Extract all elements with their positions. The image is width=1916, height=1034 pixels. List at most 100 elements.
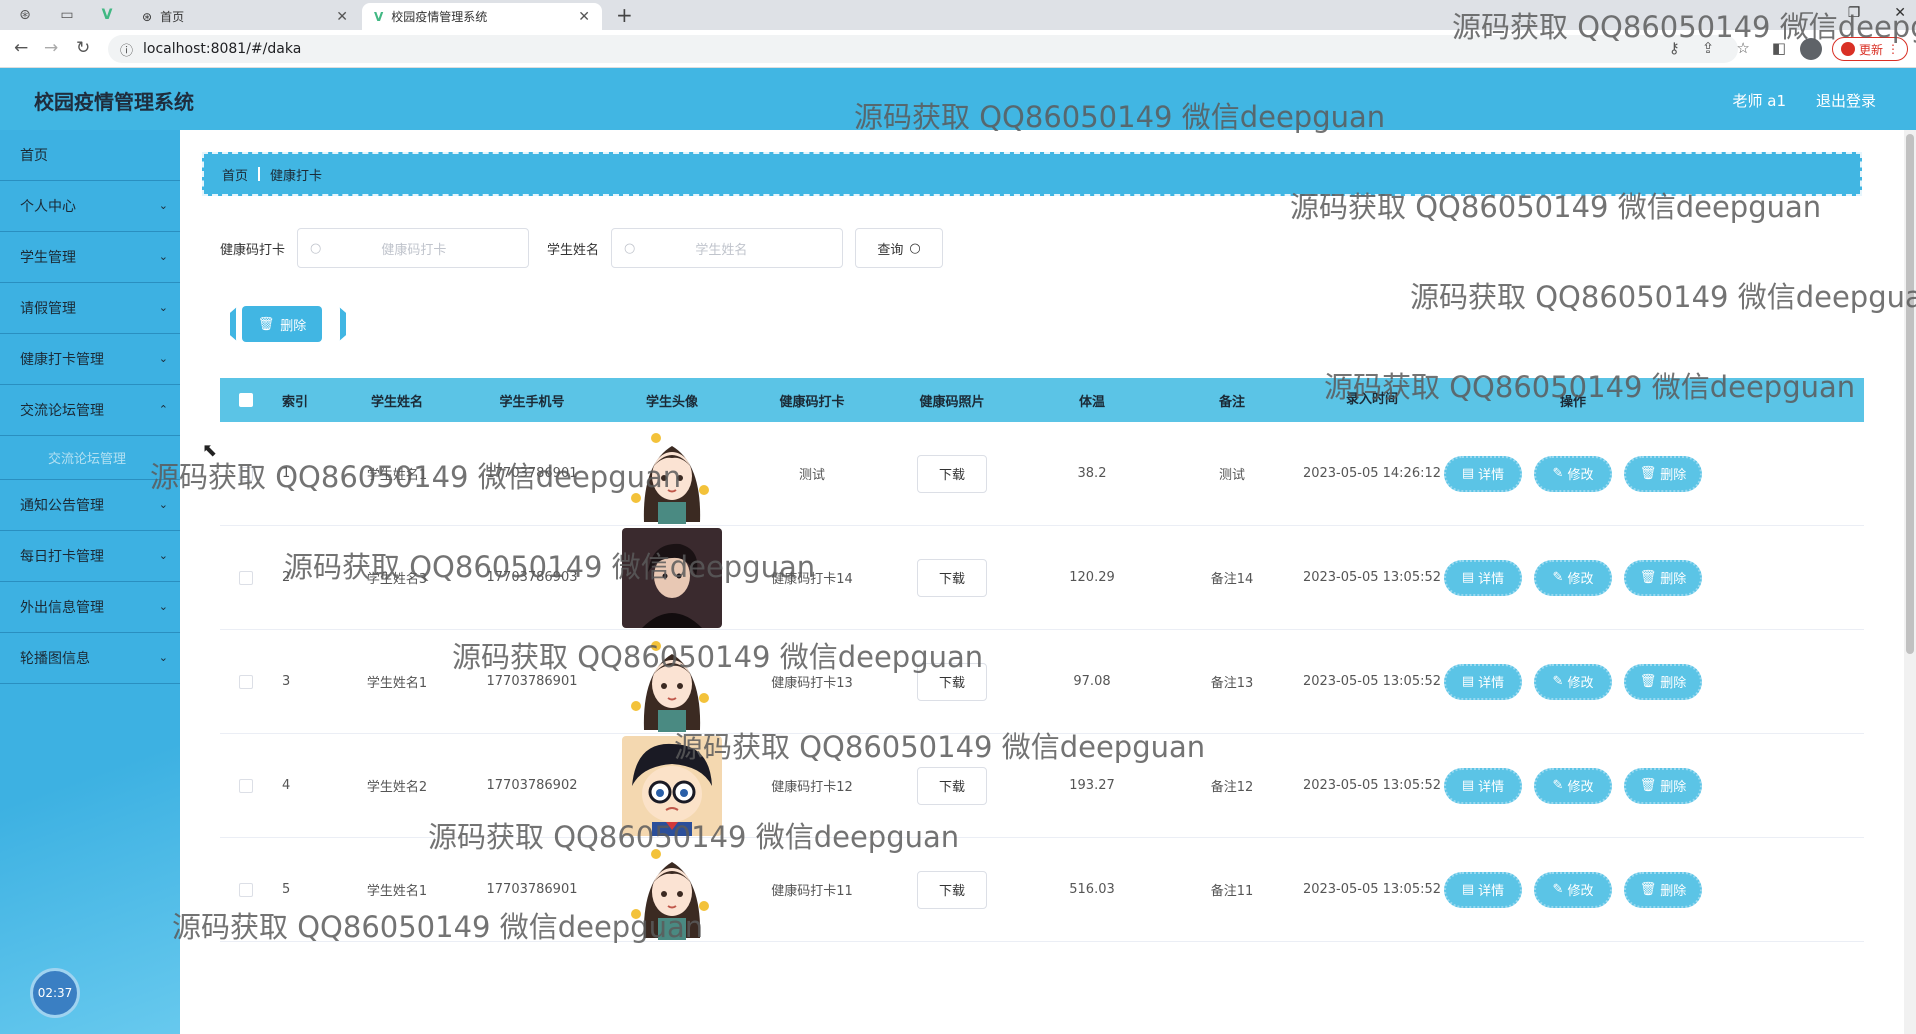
vue-tab-icon[interactable]: V [96,4,118,26]
edit-button[interactable]: ✎ 修改 [1534,663,1612,700]
minimize-icon[interactable]: — [1800,5,1814,21]
cell-index: 2 [282,570,291,585]
sidebar-item-home[interactable]: 首页 [0,130,180,181]
sidebar-item-outing[interactable]: 外出信息管理 ⌄ [0,582,180,633]
sidebar-item-forum[interactable]: 交流论坛管理 ⌃ [0,385,180,436]
delete-button[interactable]: 🗑 删除 [1624,871,1702,908]
detail-label: 详情 [1478,572,1505,587]
sidebar-item-leave[interactable]: 请假管理 ⌄ [0,283,180,334]
sidebar-item-carousel[interactable]: 轮播图信息 ⌄ [0,633,180,684]
sidepanel-icon[interactable]: ◧ [1772,39,1786,57]
cell-actions: ▤ 详情 ✎ 修改 🗑 删除 [1442,871,1704,908]
download-button[interactable]: 下载 [917,766,987,805]
delete-button[interactable]: 🗑 删除 [1624,767,1702,804]
breadcrumb-home[interactable]: 首页 [222,165,248,184]
row-checkbox[interactable] [239,778,253,793]
update-button[interactable]: 更新 ⋮ [1832,37,1908,61]
browser-tab-bar: ⊛ ▭ V ⊛ 首页 ✕ V 校园疫情管理系统 ✕ + — ❐ ✕ [0,0,1916,30]
query-label: 查询 [877,242,904,258]
sidebar-subitem-forum[interactable]: 交流论坛管理 [0,436,180,480]
cell-temperature: 97.08 [1073,674,1111,689]
forward-icon[interactable]: → [44,38,58,58]
column-header: 健康码打卡 [779,394,845,410]
edit-button[interactable]: ✎ 修改 [1534,559,1612,596]
cell-phone: 17703786901 [486,674,578,689]
current-user: 老师 a1 [1732,92,1786,110]
close-tab-icon[interactable]: ✕ [336,9,348,25]
detail-button[interactable]: ▤ 详情 [1444,455,1522,492]
chevron-down-icon: ⌄ [158,549,168,562]
close-tab-icon[interactable]: ✕ [578,9,590,25]
pinned-tab-icon[interactable]: ⊛ [14,4,36,26]
row-checkbox[interactable] [239,882,253,897]
row-checkbox[interactable] [239,466,253,481]
new-tab-button[interactable]: + [616,3,633,27]
trash-icon: 🗑 [1639,882,1657,897]
detail-button[interactable]: ▤ 详情 [1444,663,1522,700]
star-icon[interactable]: ☆ [1736,39,1749,57]
edit-button[interactable]: ✎ 修改 [1534,455,1612,492]
download-button[interactable]: 下载 [917,662,987,701]
scrollbar-thumb[interactable] [1906,134,1914,654]
cell-note: 备注14 [1210,572,1254,587]
detail-button[interactable]: ▤ 详情 [1444,559,1522,596]
detail-button[interactable]: ▤ 详情 [1444,767,1522,804]
column-header: 体温 [1078,394,1105,410]
url-input[interactable]: ⓘ localhost:8081/#/daka [108,35,1738,63]
search-form: 健康码打卡 ○ 健康码打卡 学生姓名 ○ 学生姓名 查询 ○ [220,228,944,268]
page-scrollbar[interactable] [1904,130,1916,1034]
sidebar-item-health-checkin[interactable]: 健康打卡管理 ⌄ [0,334,180,385]
download-button[interactable]: 下载 [917,870,987,909]
pencil-icon: ✎ [1552,882,1564,897]
detail-button[interactable]: ▤ 详情 [1444,871,1522,908]
row-select-cell [220,882,272,897]
sidebar: 首页 个人中心 ⌄ 学生管理 ⌄ 请假管理 ⌄ 健康打卡管理 ⌄ 交流论坛管理 ⌃ 交流论… [0,130,180,1034]
menu-dots-icon: ⋮ [1887,42,1899,56]
row-checkbox[interactable] [239,674,253,689]
query-button[interactable]: 查询 ○ [855,228,944,268]
browser-tab-app[interactable]: V 校园疫情管理系统 ✕ [362,3,602,30]
chevron-down-icon: ⌄ [158,199,168,212]
browser-tab-home[interactable]: ⊛ 首页 ✕ [130,3,360,30]
delete-button[interactable]: 🗑 删除 [1624,663,1702,700]
select-all-checkbox[interactable] [239,393,253,407]
edit-button[interactable]: ✎ 修改 [1534,871,1612,908]
sidebar-item-label: 个人中心 [20,199,76,215]
delete-button[interactable]: 🗑 删除 [1624,559,1702,596]
row-select-cell [220,778,272,793]
maximize-icon[interactable]: ❐ [1848,5,1861,21]
sidebar-item-profile[interactable]: 个人中心 ⌄ [0,181,180,232]
address-bar: ← → ↻ ⓘ localhost:8081/#/daka ⚷ ⇪ ☆ ◧ 更新… [0,30,1916,68]
pencil-icon: ✎ [1552,466,1564,481]
vue-icon: V [374,9,384,24]
student-avatar [622,527,722,628]
sidebar-item-notices[interactable]: 通知公告管理 ⌄ [0,480,180,531]
sidebar-item-daily-checkin[interactable]: 每日打卡管理 ⌄ [0,531,180,582]
edit-button[interactable]: ✎ 修改 [1534,767,1612,804]
cell-avatar [602,735,742,836]
cell-student-name: 学生姓名2 [366,780,428,795]
download-button[interactable]: 下载 [917,558,987,597]
profile-avatar[interactable] [1800,38,1822,60]
search-icon: ○ [909,240,921,256]
key-icon[interactable]: ⚷ [1669,39,1680,57]
delete-button[interactable]: 🗑 删除 [1624,455,1702,492]
pinned-tab-icon[interactable]: ▭ [56,4,78,26]
bulk-delete-button[interactable]: 🗑 删除 [242,306,322,342]
back-icon[interactable]: ← [14,38,28,58]
sidebar-item-students[interactable]: 学生管理 ⌄ [0,232,180,283]
cell-note: 备注13 [1210,676,1254,691]
student-name-search-input[interactable]: ○ 学生姓名 [611,228,844,268]
detail-label: 详情 [1478,468,1505,483]
chevron-down-icon: ⌄ [158,600,168,613]
logout-link[interactable]: 退出登录 [1816,90,1876,111]
download-button[interactable]: 下载 [917,454,987,493]
cell-actions: ▤ 详情 ✎ 修改 🗑 删除 [1442,455,1704,492]
close-window-icon[interactable]: ✕ [1894,5,1906,21]
detail-label: 详情 [1478,884,1505,899]
reload-icon[interactable]: ↻ [76,38,90,58]
search-label-student: 学生姓名 [547,242,600,258]
health-code-search-input[interactable]: ○ 健康码打卡 [297,228,530,268]
share-icon[interactable]: ⇪ [1702,39,1715,57]
row-checkbox[interactable] [239,570,253,585]
